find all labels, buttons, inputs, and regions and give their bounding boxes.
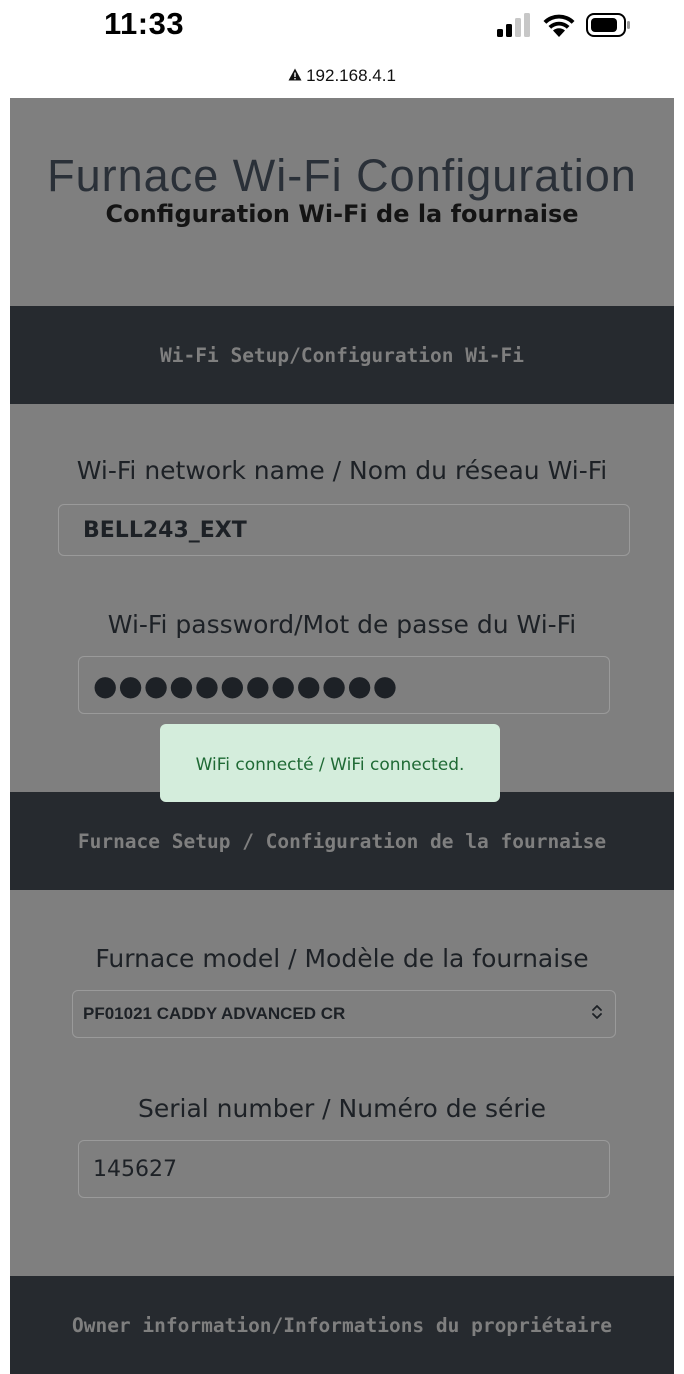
password-value: ●●●●●●●●●●●● — [93, 668, 399, 702]
status-icons — [496, 12, 632, 42]
section-header-wifi-setup: Wi-Fi Setup/Configuration Wi-Fi — [10, 306, 674, 404]
wifi-connected-toast: WiFi connecté / WiFi connected. — [160, 724, 500, 802]
status-bar: 11:33 — [0, 0, 684, 58]
ssid-input[interactable]: BELL243_EXT — [58, 504, 630, 556]
serial-number-input[interactable]: 145627 — [78, 1140, 610, 1198]
status-time: 11:33 — [104, 6, 185, 41]
page-title: Furnace Wi-Fi Configuration — [47, 150, 637, 201]
page-header: Furnace Wi-Fi Configuration Configuratio… — [10, 98, 674, 306]
section-header-owner-info: Owner information/Informations du propri… — [10, 1276, 674, 1374]
url-bar[interactable]: 192.168.4.1 — [0, 58, 684, 98]
toast-message: WiFi connecté / WiFi connected. — [195, 755, 465, 775]
serial-number-label: Serial number / Numéro de série — [137, 1094, 547, 1123]
ssid-label: Wi-Fi network name / Nom du réseau Wi-Fi — [76, 456, 608, 485]
furnace-model-value: PF01021 CADDY ADVANCED CR — [83, 1004, 346, 1023]
page-subtitle: Configuration Wi-Fi de la fournaise — [105, 200, 579, 228]
wifi-icon — [542, 12, 576, 42]
serial-number-value: 145627 — [93, 1156, 177, 1182]
url-text: 192.168.4.1 — [306, 66, 396, 85]
password-label: Wi-Fi password/Mot de passe du Wi-Fi — [107, 610, 577, 639]
chevron-up-down-icon — [591, 1004, 603, 1024]
ssid-value: BELL243_EXT — [83, 517, 247, 543]
battery-icon — [586, 12, 632, 42]
cellular-signal-icon — [496, 13, 532, 41]
section-header-furnace-setup: Furnace Setup / Configuration de la four… — [10, 792, 674, 890]
url-display[interactable]: 192.168.4.1 — [288, 66, 396, 86]
password-input[interactable]: ●●●●●●●●●●●● — [78, 656, 610, 714]
furnace-model-select[interactable]: PF01021 CADDY ADVANCED CR — [72, 990, 616, 1038]
warning-icon — [288, 66, 302, 86]
furnace-model-label: Furnace model / Modèle de la fournaise — [95, 944, 589, 973]
